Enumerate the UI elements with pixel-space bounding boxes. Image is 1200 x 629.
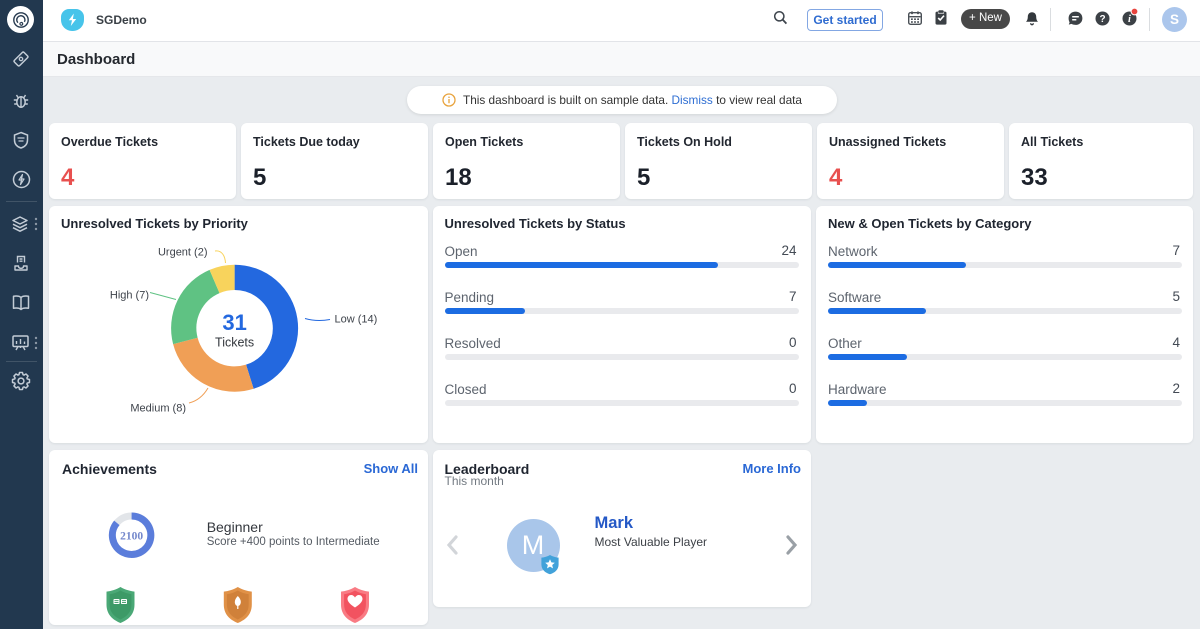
svg-text:Medium (8): Medium (8) bbox=[130, 403, 186, 415]
svg-text:?: ? bbox=[1099, 14, 1105, 25]
svg-text:Low (14): Low (14) bbox=[335, 314, 378, 326]
svg-text:High (7): High (7) bbox=[110, 290, 149, 302]
svg-text:31: 31 bbox=[222, 310, 246, 335]
svg-text:2100: 2100 bbox=[120, 531, 143, 543]
svg-text:Tickets: Tickets bbox=[215, 336, 254, 350]
svg-text:Urgent (2): Urgent (2) bbox=[158, 247, 208, 259]
